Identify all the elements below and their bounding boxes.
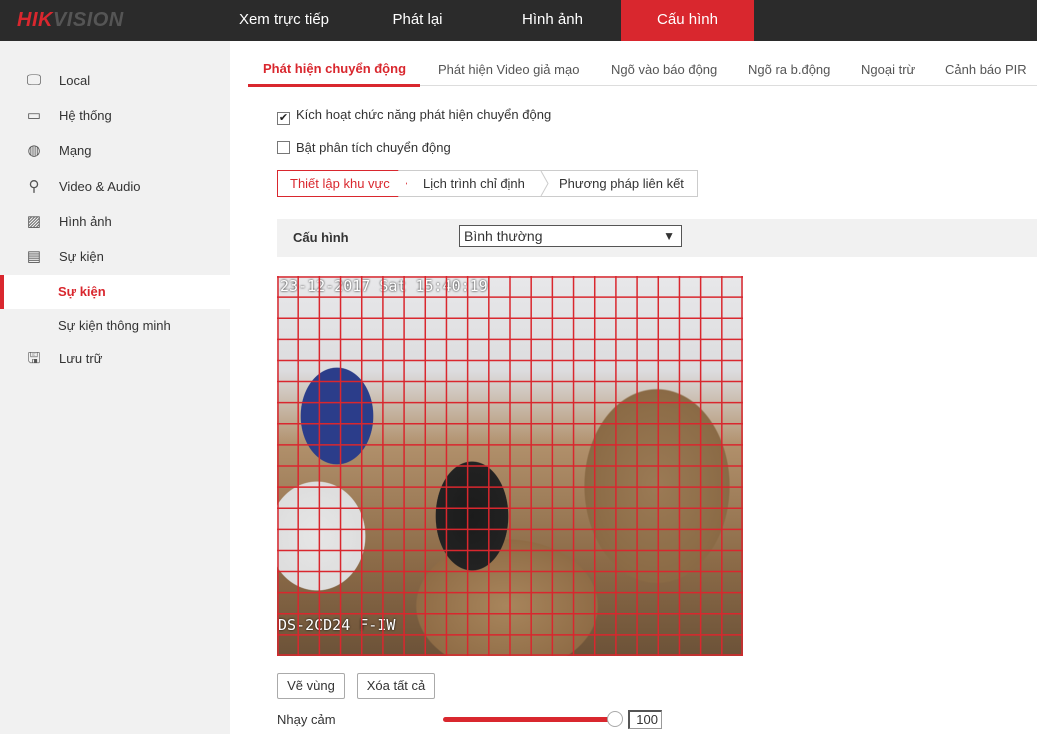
step-divider [540, 171, 549, 196]
tab-pir-alarm[interactable]: Cảnh báo PIR [945, 62, 1027, 77]
chevron-down-icon: ▼ [663, 229, 675, 243]
event-tabs: Phát hiện chuyển động Phát hiện Video gi… [248, 54, 1037, 87]
globe-icon: ◍ [27, 142, 41, 159]
config-select[interactable]: Bình thường ▼ [459, 225, 682, 247]
clear-all-button[interactable]: Xóa tất cả [357, 673, 435, 699]
sidebar-item-image[interactable]: ▨ Hình ảnh [0, 205, 230, 239]
mic-camera-icon: ⚲ [28, 178, 40, 195]
checkbox-unchecked[interactable] [277, 141, 290, 154]
sidebar-subitem-basic-event[interactable]: Sự kiện [0, 275, 230, 309]
enable-motion-checkbox[interactable]: ✔ Kích hoạt chức năng phát hiện chuyển độ… [277, 107, 551, 125]
top-bar: HIKVISION Xem trực tiếp Phát lại Hình ản… [0, 0, 1037, 41]
draw-area-button[interactable]: Vẽ vùng [277, 673, 345, 699]
sensitivity-slider-handle[interactable] [607, 711, 623, 727]
step-area-settings[interactable]: Thiết lập khu vực [277, 170, 407, 197]
tab-motion-detection[interactable]: Phát hiện chuyển động [263, 61, 406, 76]
nav-live-view[interactable]: Xem trực tiếp [225, 0, 343, 41]
sensitivity-label: Nhạy cảm [277, 712, 336, 727]
config-label: Cấu hình [293, 230, 349, 245]
tab-alarm-input[interactable]: Ngõ vào báo động [611, 62, 717, 77]
sidebar: 🖵 Local ▭ Hệ thống ◍ Mạng ⚲ Video & Audio ▨ H… [0, 41, 230, 734]
image-icon: ▨ [26, 213, 42, 230]
sidebar-item-network[interactable]: ◍ Mạng [0, 134, 230, 168]
sensitivity-slider-track[interactable] [443, 717, 616, 722]
sensitivity-value-input[interactable]: 100 [628, 710, 662, 729]
sidebar-item-local[interactable]: 🖵 Local [0, 64, 230, 98]
nav-picture[interactable]: Hình ảnh [500, 0, 605, 41]
step-arming-schedule[interactable]: Lịch trình chỉ định [423, 171, 525, 196]
step-linkage-method[interactable]: Phương pháp liên kết [559, 171, 684, 196]
checkbox-checked[interactable]: ✔ [277, 112, 290, 125]
sidebar-item-system[interactable]: ▭ Hệ thống [0, 99, 230, 133]
sidebar-item-storage[interactable]: 🖫 Lưu trữ [0, 342, 230, 376]
active-tab-indicator [248, 84, 420, 87]
calendar-icon: ▤ [26, 248, 42, 265]
nav-configuration[interactable]: Cấu hình [621, 0, 754, 41]
nav-playback[interactable]: Phát lại [370, 0, 465, 41]
hikvision-logo: HIKVISION [17, 9, 124, 31]
sidebar-item-video-audio[interactable]: ⚲ Video & Audio [0, 170, 230, 204]
sidebar-item-event[interactable]: ▤ Sự kiện [0, 240, 230, 274]
step-tabs: Thiết lập khu vực Lịch trình chỉ định Ph… [277, 170, 698, 197]
enable-analysis-checkbox[interactable]: Bật phân tích chuyển động [277, 140, 451, 155]
tab-alarm-output[interactable]: Ngõ ra b.động [748, 62, 830, 77]
video-preview[interactable]: 23-12-2017 Sat 15:40:19 DS-2CD24 F-IW [277, 276, 743, 656]
tab-exception[interactable]: Ngoại trừ [861, 62, 915, 77]
window-icon: ▭ [26, 107, 42, 124]
motion-grid[interactable] [277, 276, 743, 656]
tab-video-tampering[interactable]: Phát hiện Video giả mạo [438, 62, 579, 77]
monitor-icon: 🖵 [26, 72, 42, 89]
config-row: Cấu hình Bình thường ▼ [277, 219, 1037, 257]
save-icon: 🖫 [27, 350, 41, 367]
sidebar-subitem-smart-event[interactable]: Sự kiện thông minh [0, 309, 230, 343]
